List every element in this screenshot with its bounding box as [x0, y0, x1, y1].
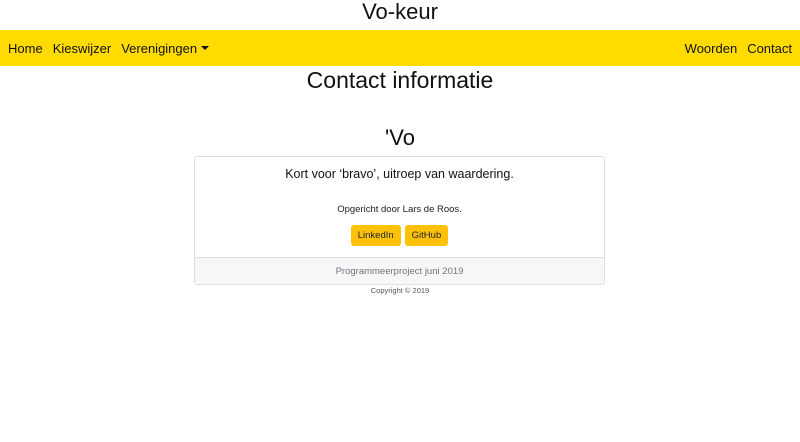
- card-buttons: LinkedIn GitHub: [195, 225, 604, 246]
- nav-dropdown-label: Verenigingen: [121, 40, 198, 56]
- nav-link-kieswijzer[interactable]: Kieswijzer: [53, 41, 112, 56]
- card-footer: Programmeerproject juni 2019: [195, 257, 604, 284]
- nav-link-home[interactable]: Home: [8, 41, 43, 56]
- caret-down-icon: [201, 46, 210, 51]
- nav-left: Home Kieswijzer Verenigingen: [8, 41, 219, 56]
- nav-link-woorden[interactable]: Woorden: [685, 41, 738, 56]
- info-card: Kort voor ‘bravo’, uitroep van waarderin…: [194, 156, 605, 285]
- page-title: Contact informatie: [306, 67, 494, 93]
- brand-heading: 'Vo: [385, 125, 415, 150]
- nav-link-contact[interactable]: Contact: [747, 41, 792, 56]
- nav-right: Woorden Contact: [675, 41, 792, 56]
- site-title: Vo-keur: [362, 0, 438, 24]
- navbar: Home Kieswijzer Verenigingen Woorden Con…: [0, 30, 800, 66]
- copyright-text: Copyright © 2019: [370, 286, 430, 295]
- nav-dropdown-verenigingen[interactable]: Verenigingen: [121, 40, 210, 56]
- card-text: Opgericht door Lars de Roos.: [337, 204, 462, 215]
- linkedin-button[interactable]: LinkedIn: [350, 225, 401, 246]
- card-title: Kort voor ‘bravo’, uitroep van waarderin…: [285, 167, 514, 181]
- github-button[interactable]: GitHub: [404, 225, 449, 246]
